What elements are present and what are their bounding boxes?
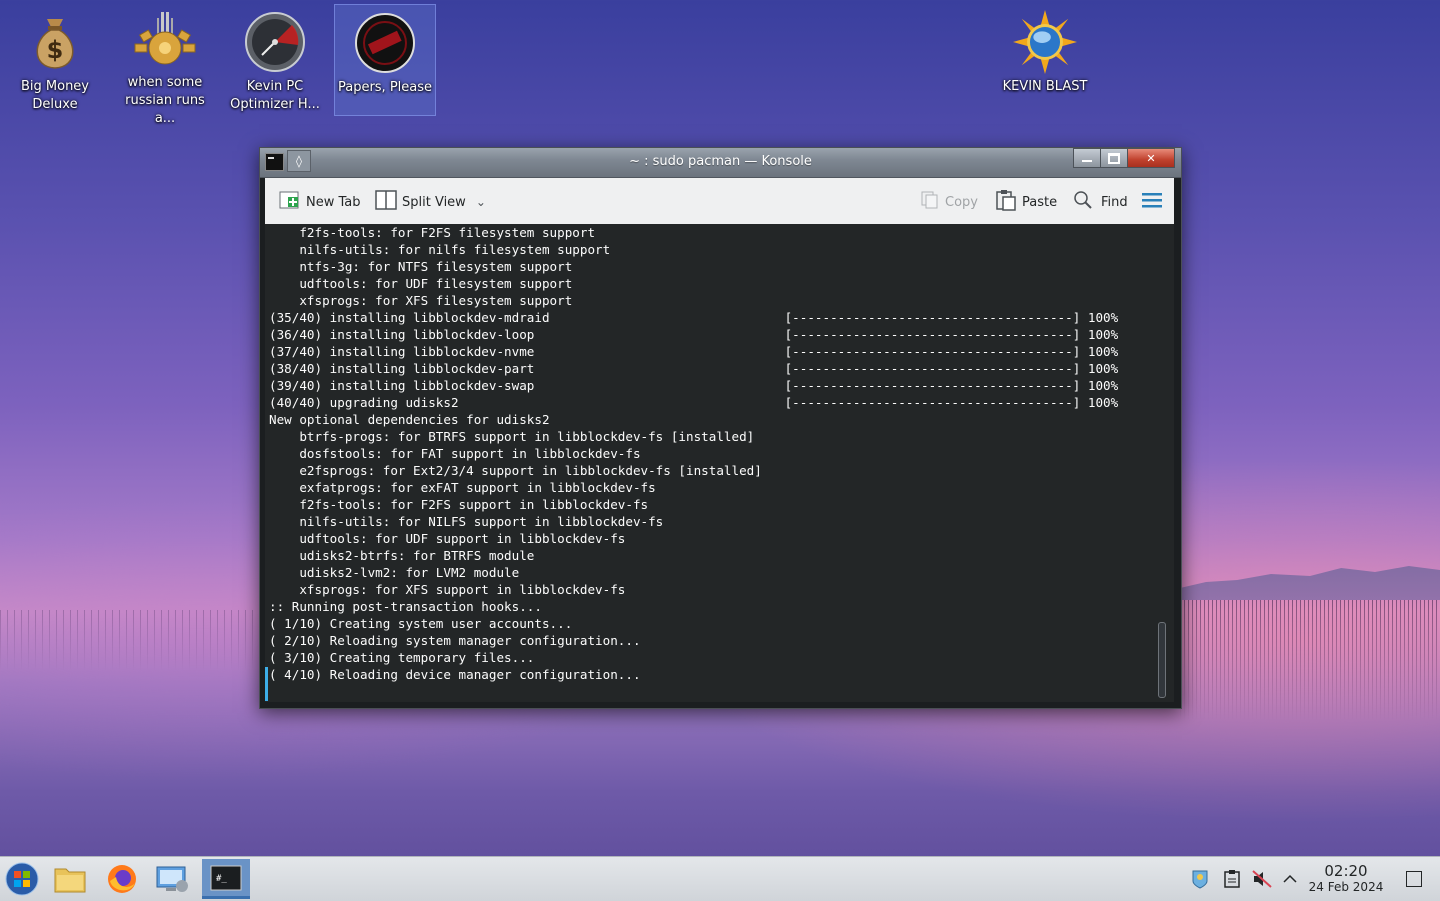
clipboard-icon[interactable] xyxy=(1220,867,1244,891)
terminal-line: xfsprogs: for XFS support in libblockdev… xyxy=(269,582,626,597)
konsole-window[interactable]: ◊ ~ : sudo pacman — Konsole ✕ New Tab Sp… xyxy=(259,147,1182,709)
gear-crown-icon xyxy=(133,10,197,70)
gauge-icon xyxy=(243,10,307,74)
new-tab-button[interactable]: New Tab xyxy=(279,190,361,214)
close-button[interactable]: ✕ xyxy=(1127,148,1175,168)
terminal-view[interactable]: f2fs-tools: for F2FS filesystem support … xyxy=(265,224,1174,702)
clock-date: 24 Feb 2024 xyxy=(1308,880,1384,894)
taskbar: #_ 02:20 24 Feb 2024 xyxy=(0,856,1440,901)
desktop-icon-label: Kevin PC Optimizer H... xyxy=(230,79,320,112)
split-view-icon xyxy=(375,190,397,214)
desktop-icon-big-money-deluxe[interactable]: $ Big Money Deluxe xyxy=(4,4,106,116)
terminal-cursor-marker xyxy=(265,667,268,701)
desktop-icon-papers-please[interactable]: Papers, Please xyxy=(334,4,436,116)
terminal-line: f2fs-tools: for F2FS filesystem support xyxy=(269,225,596,240)
terminal-line: New optional dependencies for udisks2 xyxy=(269,412,550,427)
maximize-icon xyxy=(1108,152,1120,164)
split-view-label: Split View xyxy=(402,194,466,210)
wallpaper-reeds-left xyxy=(0,610,260,670)
terminal-line: udisks2-btrfs: for BTRFS module xyxy=(269,548,535,563)
terminal-line: e2fsprogs: for Ext2/3/4 support in libbl… xyxy=(269,463,762,478)
clock[interactable]: 02:20 24 Feb 2024 xyxy=(1306,862,1386,895)
terminal-line: (36/40) installing libblockdev-loop [---… xyxy=(269,327,1119,342)
terminal-line: :: Running post-transaction hooks... xyxy=(269,599,542,614)
find-label: Find xyxy=(1101,194,1128,210)
maximize-button[interactable] xyxy=(1100,148,1128,168)
paste-icon xyxy=(995,189,1017,215)
show-desktop-icon xyxy=(1406,871,1422,887)
wallpaper-reeds xyxy=(1180,600,1440,720)
desktop-icon-label: Papers, Please xyxy=(337,80,433,95)
clock-time: 02:20 xyxy=(1324,862,1368,880)
chevron-up-icon[interactable] xyxy=(1278,867,1302,891)
wallpaper-hills xyxy=(1180,566,1440,600)
split-view-button[interactable]: Split View ⌄ xyxy=(375,190,486,214)
window-controls: ✕ xyxy=(1073,148,1175,168)
terminal-line: dosfstools: for FAT support in libblockd… xyxy=(269,446,641,461)
terminal-line: udftools: for UDF filesystem support xyxy=(269,276,573,291)
sun-globe-icon xyxy=(1013,10,1077,74)
find-button[interactable]: Find xyxy=(1073,190,1128,214)
desktop-icon-russian[interactable]: when some russian runs a... xyxy=(114,4,216,126)
red-stamp-disc-icon xyxy=(353,11,417,75)
terminal-line: ntfs-3g: for NTFS filesystem support xyxy=(269,259,573,274)
terminal-line: nilfs-utils: for nilfs filesystem suppor… xyxy=(269,242,611,257)
chevron-down-icon[interactable]: ⌄ xyxy=(476,195,486,209)
minimize-button[interactable] xyxy=(1073,148,1101,168)
terminal-line: (38/40) installing libblockdev-part [---… xyxy=(269,361,1119,376)
show-desktop-button[interactable] xyxy=(1402,867,1426,891)
paste-label: Paste xyxy=(1022,194,1058,210)
terminal-line: ( 1/10) Creating system user accounts... xyxy=(269,616,573,631)
copy-label: Copy xyxy=(945,194,978,210)
window-titlebar[interactable]: ◊ ~ : sudo pacman — Konsole ✕ xyxy=(260,148,1181,178)
terminal-output[interactable]: f2fs-tools: for F2FS filesystem support … xyxy=(269,224,1118,683)
terminal-line: btrfs-progs: for BTRFS support in libblo… xyxy=(269,429,755,444)
money-bag-icon: $ xyxy=(23,10,87,74)
copy-icon xyxy=(920,190,940,214)
paste-button[interactable]: Paste xyxy=(995,190,1057,214)
desktop-icon-kevin-blast[interactable]: KEVIN BLAST xyxy=(994,4,1096,116)
file-manager-icon[interactable] xyxy=(48,859,92,899)
terminal-line: exfatprogs: for exFAT support in libbloc… xyxy=(269,480,656,495)
minimize-icon xyxy=(1082,160,1092,162)
terminal-scrollbar[interactable] xyxy=(1158,622,1166,698)
svg-text:$: $ xyxy=(47,36,64,64)
terminal-line: ( 2/10) Reloading system manager configu… xyxy=(269,633,641,648)
start-orb-icon[interactable] xyxy=(0,859,44,899)
terminal-line: (40/40) upgrading udisks2 [-------------… xyxy=(269,395,1119,410)
search-icon xyxy=(1073,190,1093,214)
desktop-icon-label: KEVIN BLAST xyxy=(1002,79,1088,94)
terminal-line: ( 3/10) Creating temporary files... xyxy=(269,650,535,665)
kevin-tray-icon[interactable] xyxy=(1188,867,1212,891)
muted-speaker-icon[interactable] xyxy=(1250,867,1274,891)
terminal-line: udisks2-lvm2: for LVM2 module xyxy=(269,565,520,580)
desktop-icon-kevin-pc-optimizer[interactable]: Kevin PC Optimizer H... xyxy=(224,4,326,116)
close-icon: ✕ xyxy=(1146,151,1156,165)
new-tab-label: New Tab xyxy=(306,194,361,210)
window-title: ~ : sudo pacman — Konsole xyxy=(629,154,812,169)
terminal-line: ( 4/10) Reloading device manager configu… xyxy=(269,667,641,682)
terminal-line: udftools: for UDF support in libblockdev… xyxy=(269,531,626,546)
system-settings-icon[interactable] xyxy=(150,859,194,899)
terminal-line: xfsprogs: for XFS filesystem support xyxy=(269,293,573,308)
copy-button[interactable]: Copy xyxy=(920,190,978,214)
hamburger-menu-button[interactable] xyxy=(1142,190,1162,214)
terminal-line: (35/40) installing libblockdev-mdraid [-… xyxy=(269,310,1119,325)
terminal-line: f2fs-tools: for F2FS support in libblock… xyxy=(269,497,649,512)
firefox-icon[interactable] xyxy=(100,859,144,899)
terminal-line: (39/40) installing libblockdev-swap [---… xyxy=(269,378,1119,393)
konsole-icon[interactable]: #_ xyxy=(202,859,250,899)
new-tab-icon xyxy=(279,189,301,215)
konsole-toolbar: New Tab Split View ⌄ Copy Paste Find xyxy=(265,178,1174,224)
svg-text:#_: #_ xyxy=(216,874,227,884)
terminal-line: nilfs-utils: for NILFS support in libblo… xyxy=(269,514,664,529)
hamburger-menu-icon xyxy=(1142,192,1162,212)
terminal-line: (37/40) installing libblockdev-nvme [---… xyxy=(269,344,1119,359)
desktop-icon-label: when some russian runs a... xyxy=(125,75,205,126)
desktop-icon-label: Big Money Deluxe xyxy=(20,79,89,112)
